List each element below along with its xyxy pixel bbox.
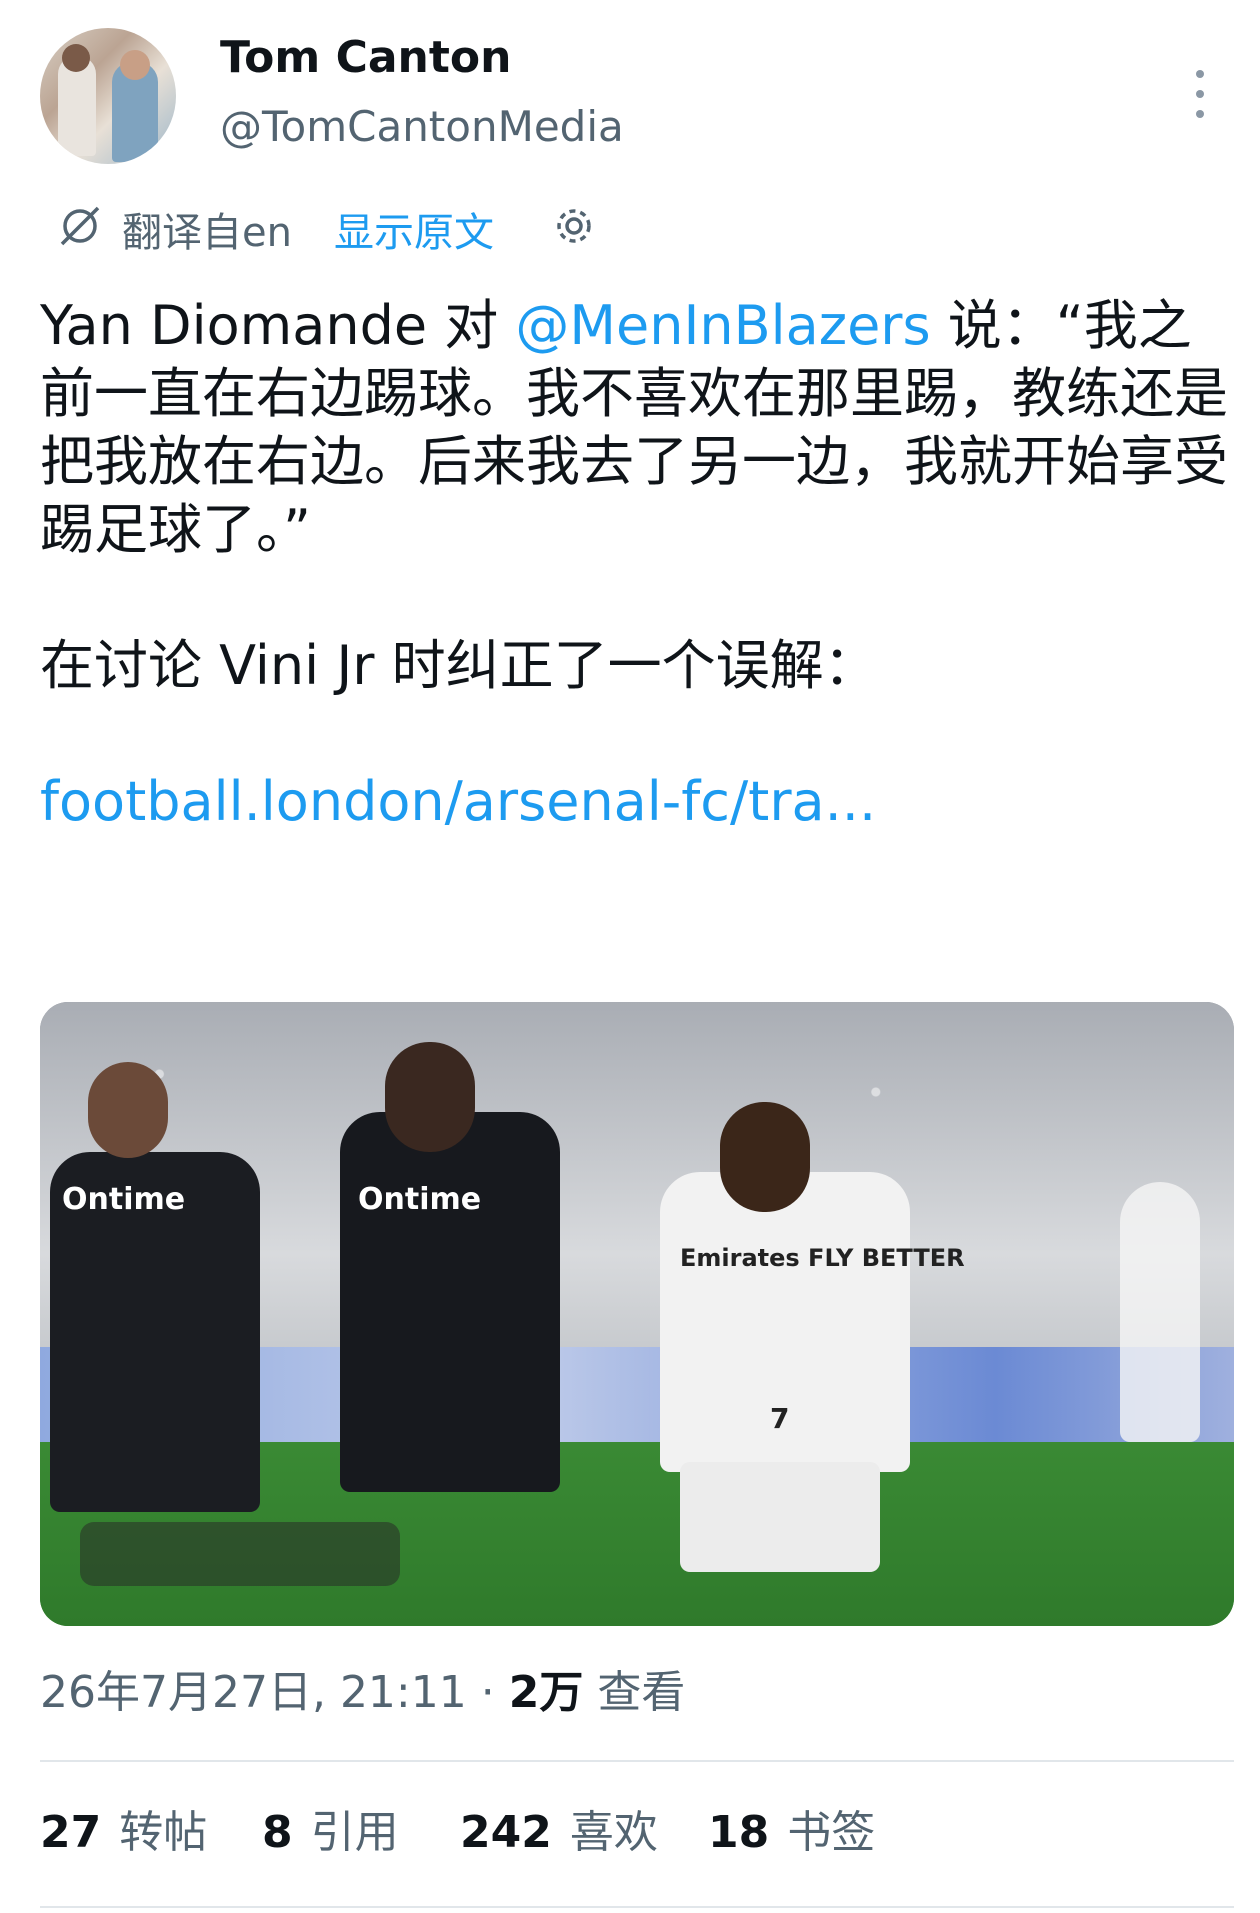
- quotes-count: 8: [262, 1807, 293, 1858]
- translation-bar: 翻译自en 显示原文: [40, 196, 740, 256]
- tweet-paragraph-1: Yan Diomande 对 @MenInBlazers 说：“我之前一直在右边…: [40, 292, 1230, 564]
- likes-stat[interactable]: 242 喜欢: [460, 1796, 658, 1860]
- divider: [40, 1760, 1234, 1762]
- tweet-photo[interactable]: Ontime Ontime Emirates FLY BETTER 7: [40, 1002, 1234, 1626]
- bookmarks-count: 18: [708, 1807, 770, 1858]
- views-count: 2万: [508, 1667, 584, 1718]
- avatar[interactable]: [40, 28, 176, 164]
- quotes-label: 引用: [310, 1807, 399, 1858]
- quotes-stat[interactable]: 8 引用: [262, 1796, 399, 1860]
- bookmarks-stat[interactable]: 18 书签: [708, 1796, 875, 1860]
- translate-icon: [60, 206, 100, 246]
- author-name[interactable]: Tom Canton: [220, 32, 511, 83]
- tweet-datetime[interactable]: 26年7月27日, 21:11 ·: [40, 1667, 509, 1718]
- retweets-stat[interactable]: 27 转帖: [40, 1796, 207, 1860]
- mention-link[interactable]: @MenInBlazers: [515, 294, 930, 357]
- tweet-meta: 26年7月27日, 21:11 · 2万 查看: [40, 1656, 685, 1720]
- translated-from-label: 翻译自en: [122, 210, 292, 256]
- retweets-count: 27: [40, 1807, 102, 1858]
- more-options-icon[interactable]: [1188, 62, 1212, 126]
- shirt-sponsor-3: Emirates FLY BETTER: [680, 1244, 965, 1272]
- bookmarks-label: 书签: [787, 1807, 876, 1858]
- tweet-paragraph-2: 在讨论 Vini Jr 时纠正了一个误解：: [40, 634, 878, 697]
- engagement-stats: 27 转帖 8 引用 242 喜欢 18 书签: [40, 1796, 1234, 1858]
- likes-label: 喜欢: [569, 1807, 658, 1858]
- tweet-text: Yan Diomande 对 @MenInBlazers 说：“我之前一直在右边…: [40, 292, 1230, 836]
- author-handle[interactable]: @TomCantonMedia: [220, 102, 624, 151]
- shirt-number: 7: [770, 1402, 790, 1435]
- divider: [40, 1906, 1234, 1908]
- shirt-sponsor-2: Ontime: [358, 1182, 482, 1217]
- retweets-label: 转帖: [119, 1807, 208, 1858]
- article-link[interactable]: football.london/arsenal-fc/tra...: [40, 770, 876, 833]
- tweet-header: Tom Canton @TomCantonMedia: [40, 28, 1220, 168]
- tweet-text-prefix: Yan Diomande 对: [40, 294, 516, 357]
- views-label: 查看: [583, 1667, 686, 1718]
- gear-icon[interactable]: [552, 204, 596, 248]
- shirt-sponsor-1: Ontime: [62, 1182, 186, 1217]
- likes-count: 242: [460, 1807, 552, 1858]
- show-original-link[interactable]: 显示原文: [334, 200, 494, 258]
